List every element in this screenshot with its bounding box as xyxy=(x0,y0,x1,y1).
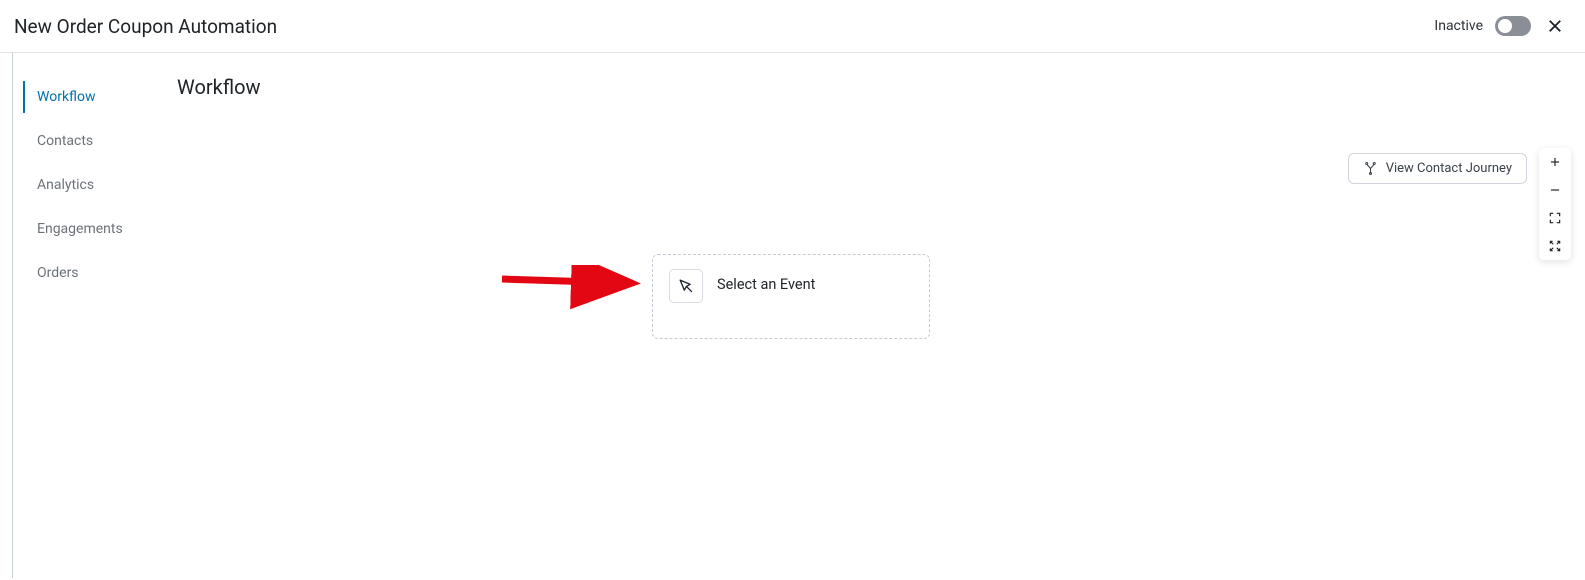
cursor-click-icon xyxy=(676,276,696,296)
select-event-card[interactable]: Select an Event xyxy=(652,254,930,339)
zoom-controls xyxy=(1539,148,1571,260)
main-heading: Workflow xyxy=(177,75,1585,99)
header: New Order Coupon Automation Inactive xyxy=(0,0,1585,53)
view-contact-journey-label: View Contact Journey xyxy=(1386,161,1512,176)
event-card-label: Select an Event xyxy=(717,276,815,293)
workflow-canvas[interactable]: View Contact Journey xyxy=(177,99,1585,562)
view-contact-journey-button[interactable]: View Contact Journey xyxy=(1348,153,1527,184)
sidebar-item-analytics[interactable]: Analytics xyxy=(23,169,177,201)
arrow-annotation xyxy=(497,265,657,315)
sidebar: Workflow Contacts Analytics Engagements … xyxy=(12,53,177,578)
fit-screen-button[interactable] xyxy=(1539,204,1571,232)
sidebar-item-contacts[interactable]: Contacts xyxy=(23,125,177,157)
plus-icon xyxy=(1548,155,1562,169)
close-button[interactable] xyxy=(1543,14,1567,38)
body: Workflow Contacts Analytics Engagements … xyxy=(0,53,1585,578)
minus-icon xyxy=(1548,183,1562,197)
status-label: Inactive xyxy=(1434,18,1483,34)
main-panel: Workflow View Contact Journey xyxy=(177,53,1585,578)
status-toggle[interactable] xyxy=(1495,16,1531,36)
page-title: New Order Coupon Automation xyxy=(14,15,277,38)
fullscreen-button[interactable] xyxy=(1539,232,1571,260)
event-icon-box xyxy=(669,269,703,303)
sidebar-item-workflow[interactable]: Workflow xyxy=(23,81,177,113)
header-actions: Inactive xyxy=(1434,14,1567,38)
close-icon xyxy=(1546,17,1564,35)
sidebar-item-engagements[interactable]: Engagements xyxy=(23,213,177,245)
expand-icon xyxy=(1548,239,1562,253)
fit-icon xyxy=(1548,211,1562,225)
sidebar-item-orders[interactable]: Orders xyxy=(23,257,177,289)
branch-icon xyxy=(1363,161,1378,176)
zoom-out-button[interactable] xyxy=(1539,176,1571,204)
zoom-in-button[interactable] xyxy=(1539,148,1571,176)
